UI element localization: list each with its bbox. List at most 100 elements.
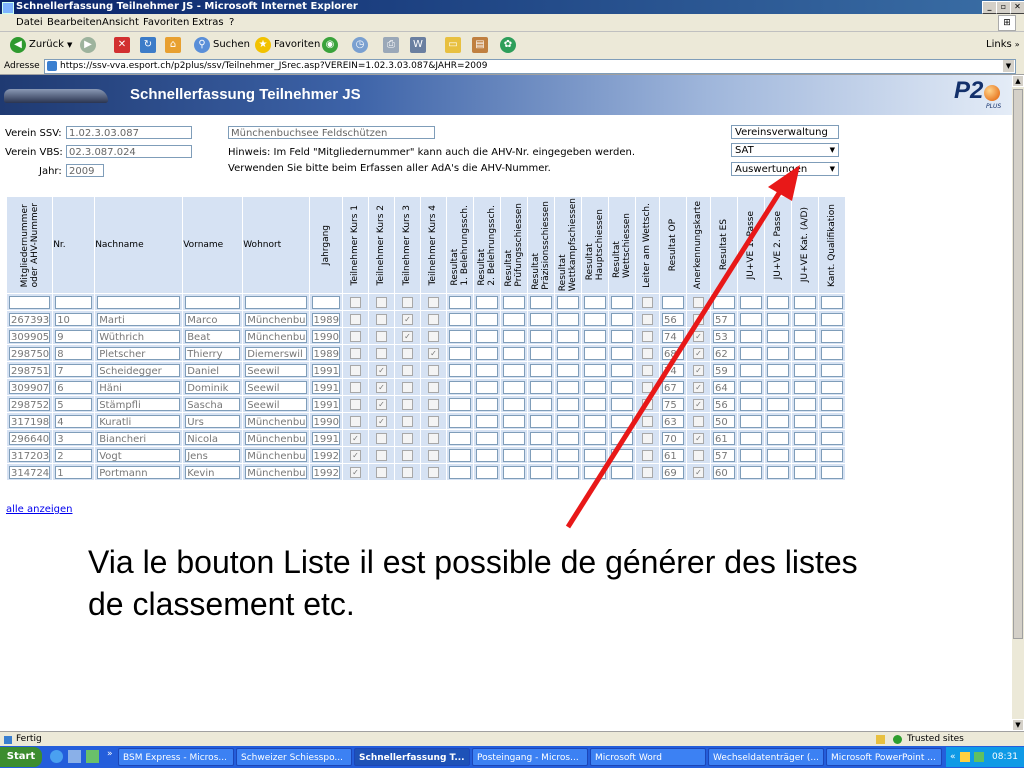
resultat-field[interactable] xyxy=(529,312,552,326)
cell-nachname[interactable]: Marti xyxy=(94,310,184,328)
wohnort-field[interactable]: Seewil xyxy=(245,380,307,394)
home-button[interactable]: ⌂ xyxy=(165,36,181,54)
cell-resultat[interactable] xyxy=(445,463,474,481)
entry-cell[interactable] xyxy=(242,293,310,311)
wohnort-field[interactable]: Münchenbu xyxy=(245,431,307,445)
cell-juve[interactable] xyxy=(817,429,846,447)
cell-juve[interactable] xyxy=(817,378,846,396)
resultat-field[interactable] xyxy=(448,380,471,394)
resultat-field[interactable] xyxy=(502,380,525,394)
print-button[interactable]: ⎙ xyxy=(383,36,399,54)
kurs-3-checkbox[interactable] xyxy=(401,347,413,359)
nr-field[interactable]: 5 xyxy=(55,397,93,411)
favorites-button[interactable]: ★ Favoriten xyxy=(255,36,320,54)
cell-juve[interactable] xyxy=(817,395,846,413)
cell-juve[interactable] xyxy=(817,463,846,481)
kurs-2-checkbox[interactable] xyxy=(375,432,387,444)
wohnort-field[interactable]: Diemerswil xyxy=(245,346,307,360)
cell-kurs[interactable] xyxy=(393,395,421,413)
cell-nachname[interactable]: Kuratli xyxy=(94,412,184,430)
entry-field[interactable] xyxy=(185,295,241,309)
member-number-field[interactable]: 298752 xyxy=(9,397,51,411)
cell-kurs[interactable] xyxy=(341,412,369,430)
member-number-field[interactable]: 309905 xyxy=(9,329,51,343)
entry-checkbox[interactable] xyxy=(349,296,361,308)
sat-select[interactable]: SAT ▼ xyxy=(731,143,839,157)
vorname-field[interactable]: Marco xyxy=(185,312,241,326)
cell-kurs[interactable] xyxy=(393,361,421,379)
start-button[interactable]: Start xyxy=(0,747,42,767)
cell-juve[interactable] xyxy=(817,412,846,430)
vorname-field[interactable]: Nicola xyxy=(185,431,241,445)
minimize-button[interactable]: _ xyxy=(982,1,997,14)
resultat-field[interactable] xyxy=(448,431,471,445)
kurs-3-checkbox[interactable] xyxy=(401,381,413,393)
cell-wohnort[interactable]: Münchenbu xyxy=(242,446,310,464)
juve-field[interactable] xyxy=(820,397,843,411)
edit-button[interactable]: W xyxy=(410,36,426,54)
jahrgang-field[interactable]: 1991 xyxy=(311,431,340,445)
forward-button[interactable]: ▶ xyxy=(80,36,96,54)
cell-kurs[interactable] xyxy=(367,463,395,481)
cell-nachname[interactable]: Biancheri xyxy=(94,429,184,447)
show-all-link[interactable]: alle anzeigen xyxy=(6,504,73,515)
tray-network-icon[interactable] xyxy=(960,752,970,762)
scroll-thumb[interactable] xyxy=(1013,89,1023,639)
kurs-2-checkbox[interactable]: ✓ xyxy=(375,398,387,410)
cell-nr[interactable]: 6 xyxy=(52,378,96,396)
entry-cell[interactable] xyxy=(182,293,244,311)
kurs-2-checkbox[interactable] xyxy=(375,313,387,325)
cell-kurs[interactable]: ✓ xyxy=(341,429,369,447)
cell-wohnort[interactable]: Münchenbu xyxy=(242,463,310,481)
cell-kurs[interactable] xyxy=(341,310,369,328)
wohnort-field[interactable]: Münchenbu xyxy=(245,414,307,428)
cell-kurs[interactable] xyxy=(393,378,421,396)
member-number-field[interactable]: 314724 xyxy=(9,465,51,479)
cell-jahrgang[interactable]: 1990 xyxy=(308,327,343,345)
vorname-field[interactable]: Jens xyxy=(185,448,241,462)
cell-kurs[interactable] xyxy=(419,395,447,413)
cell-jahrgang[interactable]: 1992 xyxy=(308,463,343,481)
cell-kurs[interactable] xyxy=(419,429,447,447)
cell-nr[interactable]: 4 xyxy=(52,412,96,430)
kurs-1-checkbox[interactable]: ✓ xyxy=(349,449,361,461)
kurs-3-checkbox[interactable]: ✓ xyxy=(401,313,413,325)
cell-vorname[interactable]: Kevin xyxy=(182,463,244,481)
cell-kurs[interactable] xyxy=(367,344,395,362)
cell-id[interactable]: 317203 xyxy=(5,446,54,464)
cell-resultat[interactable] xyxy=(526,378,555,396)
kurs-1-checkbox[interactable] xyxy=(349,313,361,325)
vorname-field[interactable]: Dominik xyxy=(185,380,241,394)
cell-resultat[interactable] xyxy=(499,344,528,362)
quicklaunch-desktop-icon[interactable] xyxy=(68,750,81,763)
kurs-4-checkbox[interactable] xyxy=(427,415,439,427)
cell-resultat[interactable] xyxy=(445,310,474,328)
cell-jahrgang[interactable]: 1991 xyxy=(308,378,343,396)
cell-juve[interactable] xyxy=(817,361,846,379)
cell-jahrgang[interactable]: 1992 xyxy=(308,446,343,464)
cell-vorname[interactable]: Marco xyxy=(182,310,244,328)
cell-kurs[interactable] xyxy=(393,429,421,447)
entry-field[interactable] xyxy=(475,295,498,309)
close-button[interactable]: ✕ xyxy=(1010,1,1024,14)
kurs-3-checkbox[interactable] xyxy=(401,364,413,376)
cell-wohnort[interactable]: Seewil xyxy=(242,378,310,396)
entry-checkbox[interactable] xyxy=(375,296,387,308)
entry-field[interactable] xyxy=(9,295,51,309)
wohnort-field[interactable]: Seewil xyxy=(245,397,307,411)
cell-resultat[interactable] xyxy=(472,463,501,481)
nr-field[interactable]: 10 xyxy=(55,312,93,326)
cell-kurs[interactable] xyxy=(341,378,369,396)
research-button[interactable]: ▤ xyxy=(472,36,488,54)
entry-field[interactable] xyxy=(448,295,471,309)
cell-kurs[interactable]: ✓ xyxy=(341,446,369,464)
cell-nr[interactable]: 10 xyxy=(52,310,96,328)
cell-vorname[interactable]: Dominik xyxy=(182,378,244,396)
nachname-field[interactable]: Häni xyxy=(97,380,181,394)
jahrgang-field[interactable]: 1991 xyxy=(311,380,340,394)
cell-resultat[interactable] xyxy=(445,378,474,396)
cell-id[interactable]: 309907 xyxy=(5,378,54,396)
cell-resultat[interactable] xyxy=(499,327,528,345)
cell-id[interactable]: 298750 xyxy=(5,344,54,362)
address-input[interactable]: https://ssv-vva.esport.ch/p2plus/ssv/Tei… xyxy=(44,59,1016,74)
